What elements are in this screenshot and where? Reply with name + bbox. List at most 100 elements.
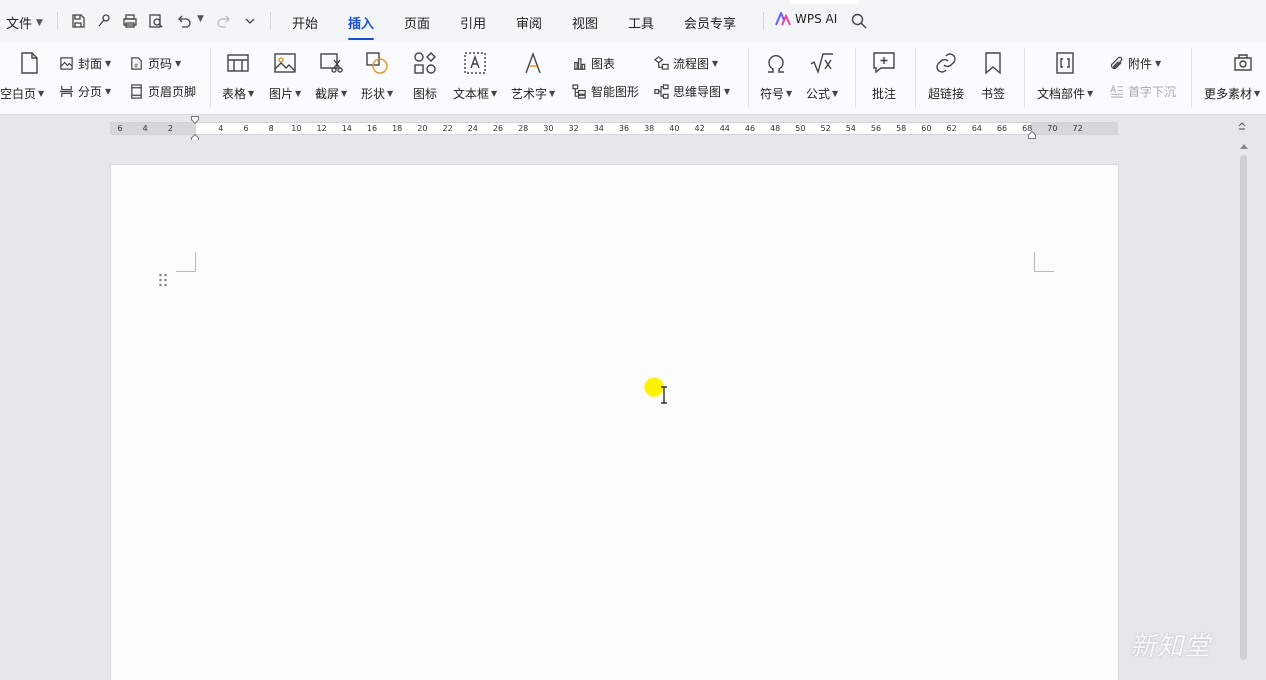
ruler-tick: 46 (744, 124, 756, 133)
tab-review[interactable]: 审阅 (516, 13, 542, 32)
flowchart-button[interactable]: 流程图 ▼ (653, 55, 718, 72)
page-number-button[interactable]: # 页码 ▼ (128, 55, 181, 72)
formula-icon (809, 50, 835, 76)
cover-button[interactable]: 封面 ▼ (58, 55, 111, 72)
formula-button[interactable]: 公式 ▼ (806, 50, 838, 102)
ruler-tick: 60 (921, 124, 932, 133)
separator (1191, 48, 1192, 108)
undo-icon[interactable] (174, 11, 194, 31)
icon-button[interactable]: 图标 (412, 50, 438, 102)
ruler-tick: 48 (770, 124, 781, 133)
tab-view[interactable]: 视图 (572, 13, 598, 32)
wps-ai-label: WPS AI (795, 12, 838, 26)
tab-page[interactable]: 页面 (404, 13, 430, 32)
comment-button[interactable]: 批注 (871, 50, 897, 102)
tab-tools[interactable]: 工具 (628, 13, 654, 32)
screenshot-button[interactable]: 截屏 ▼ (315, 50, 347, 102)
wps-ai-button[interactable]: WPS AI (775, 12, 837, 26)
blank-page-button[interactable]: 空白页 ▼ (0, 50, 44, 102)
redo-icon[interactable] (214, 11, 234, 31)
ruler-tick: 72 (1072, 124, 1083, 133)
table-icon (225, 50, 251, 76)
chevron-down-icon: ▼ (491, 89, 498, 98)
ruler-toggle-icon[interactable] (1237, 122, 1247, 132)
chart-icon (571, 56, 587, 72)
table-button[interactable]: 表格 ▼ (222, 50, 254, 102)
first-line-indent-icon[interactable] (191, 116, 199, 124)
separator (763, 12, 764, 30)
ruler-tick: 18 (392, 124, 403, 133)
ruler-tick: 34 (593, 124, 604, 133)
doc-parts-button[interactable]: 文档部件 ▼ (1037, 50, 1093, 102)
crop-mark-top-right (1034, 252, 1054, 272)
smartart-button[interactable]: 智能图形 (571, 83, 639, 100)
doc-parts-icon (1052, 50, 1078, 76)
ruler-tick: 62 (946, 124, 957, 133)
hyperlink-label: 超链接 (928, 87, 965, 101)
textbox-button[interactable]: 文本框 ▼ (453, 50, 497, 102)
file-menu[interactable]: 文件 ▼ (6, 13, 43, 32)
ruler-tick: 66 (996, 124, 1008, 133)
format-painter-icon[interactable] (94, 11, 114, 31)
smartart-icon (571, 84, 587, 100)
wordart-label: 艺术字 (511, 87, 548, 101)
scrollbar-thumb[interactable] (1240, 155, 1247, 660)
ruler-tick: 12 (316, 124, 327, 133)
tab-insert[interactable]: 插入 (348, 13, 375, 40)
drop-cap-button[interactable]: 首字下沉 (1108, 83, 1176, 100)
more-materials-button[interactable]: 更多素材 ▼ (1204, 50, 1260, 102)
ruler-tick: 30 (543, 124, 554, 133)
chevron-down-icon: ▼ (36, 17, 43, 28)
chart-button[interactable]: 图表 (571, 55, 615, 72)
hyperlink-button[interactable]: 超链接 (928, 50, 964, 102)
drag-handle-icon[interactable] (158, 273, 168, 287)
chevron-down-icon: ▼ (1087, 89, 1094, 98)
ruler-tick: 32 (568, 124, 579, 133)
ruler-tick: 14 (341, 124, 352, 133)
save-icon[interactable] (68, 11, 88, 31)
shape-button[interactable]: 形状 ▼ (361, 50, 393, 102)
ruler-tick: 10 (291, 124, 302, 133)
customize-toolbar-icon[interactable] (240, 11, 260, 31)
undo-dropdown-icon[interactable]: ▼ (197, 14, 204, 24)
scissors-icon (318, 50, 344, 76)
mindmap-button[interactable]: 思维导图 ▼ (653, 83, 730, 100)
print-icon[interactable] (120, 11, 140, 31)
chevron-down-icon: ▼ (105, 59, 112, 68)
vertical-scrollbar[interactable] (1234, 140, 1266, 680)
paperclip-icon (1108, 56, 1124, 72)
mindmap-icon (653, 84, 669, 100)
right-indent-icon[interactable] (1028, 131, 1036, 139)
header-footer-label: 页眉页脚 (148, 85, 197, 99)
flowchart-label: 流程图 (673, 57, 710, 71)
wordart-button[interactable]: 艺术字 ▼ (511, 50, 555, 102)
print-preview-icon[interactable] (146, 11, 166, 31)
more-materials-label: 更多素材 (1204, 87, 1253, 101)
horizontal-ruler[interactable]: 6 4 2 4 6 8 10 12 14 16 18 20 22 24 26 28 30 32 34 36 38 40 42… (110, 122, 1118, 135)
wordart-icon (520, 50, 546, 76)
document-page[interactable] (110, 164, 1119, 680)
attachment-button[interactable]: 附件 ▼ (1108, 55, 1161, 72)
shape-label: 形状 (361, 87, 386, 101)
ruler-area: 6 4 2 4 6 8 10 12 14 16 18 20 22 24 26 28 30 32 34 36 38 40 42… (0, 116, 1266, 140)
textbox-label: 文本框 (453, 87, 490, 101)
tab-references[interactable]: 引用 (460, 13, 486, 32)
ruler-tick: 42 (694, 124, 705, 133)
search-icon[interactable] (850, 12, 868, 30)
separator (270, 12, 271, 30)
scroll-up-icon[interactable] (1239, 142, 1249, 150)
picture-button[interactable]: 图片 ▼ (269, 50, 301, 102)
chevron-down-icon: ▼ (248, 89, 255, 98)
symbol-button[interactable]: 符号 ▼ (760, 50, 792, 102)
ruler-tick: 2 (167, 124, 173, 133)
tab-start[interactable]: 开始 (292, 13, 318, 32)
chevron-down-icon: ▼ (724, 87, 731, 96)
bookmark-button[interactable]: 书签 (980, 50, 1006, 102)
ruler-tick: 36 (618, 124, 630, 133)
materials-icon (1230, 50, 1256, 76)
page-break-button[interactable]: 分页 ▼ (58, 83, 111, 100)
ruler-tick: 44 (719, 124, 730, 133)
header-footer-button[interactable]: 页眉页脚 (128, 83, 196, 100)
tab-member[interactable]: 会员专享 (684, 13, 736, 32)
separator (210, 48, 211, 108)
